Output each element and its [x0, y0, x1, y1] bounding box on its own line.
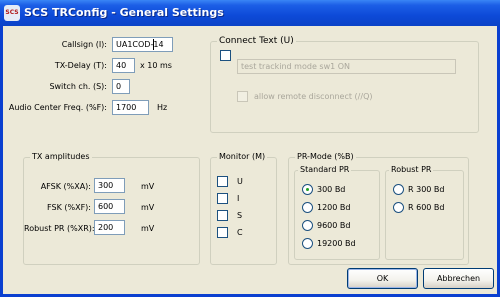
connect-text-title: Connect Text (U): [217, 36, 296, 46]
monitor-i-label: I: [237, 194, 240, 203]
connect-text-input[interactable]: test trackind mode sw1 ON: [237, 59, 456, 74]
switch-ch-input[interactable]: 0: [112, 79, 130, 94]
tx-amplitudes-title: TX amplitudes: [30, 152, 92, 161]
tx-amplitudes-group: TX amplitudes AFSK (%XA): 300 mV FSK (%X…: [23, 152, 200, 265]
fsk-input[interactable]: 600: [94, 199, 125, 214]
connect-text-checkbox[interactable]: [220, 50, 231, 61]
cancel-button[interactable]: Abbrechen: [423, 268, 494, 289]
robust-pr-unit: mV: [141, 224, 155, 233]
monitor-u-label: U: [237, 177, 243, 186]
connect-text-group: Connect Text (U) test trackind mode sw1 …: [210, 36, 479, 133]
monitor-c-label: C: [237, 228, 243, 237]
radio-r-600-bd[interactable]: [393, 202, 404, 213]
standard-pr-title: Standard PR: [298, 165, 352, 174]
afsk-input[interactable]: 300: [94, 178, 125, 193]
monitor-group: Monitor (M) U I S C: [210, 152, 277, 265]
callsign-input[interactable]: UA1COD-14: [112, 37, 173, 52]
audio-center-unit: Hz: [157, 103, 168, 112]
radio-9600-bd-label: 9600 Bd: [317, 221, 351, 230]
dialog-window: SCS SCS TRConfig - General Settings Call…: [0, 0, 500, 297]
radio-r-600-bd-label: R 600 Bd: [408, 203, 445, 212]
text-cursor: [153, 39, 154, 50]
robust-pr-input[interactable]: 200: [94, 220, 125, 235]
monitor-c-checkbox[interactable]: [217, 227, 228, 238]
monitor-i-checkbox[interactable]: [217, 193, 228, 204]
radio-1200-bd[interactable]: [302, 202, 313, 213]
audio-center-label: Audio Center Freq. (%F):: [8, 103, 107, 112]
fsk-unit: mV: [141, 203, 155, 212]
switch-ch-label: Switch ch. (S):: [49, 82, 107, 91]
tx-delay-label: TX-Delay (T):: [54, 61, 107, 70]
radio-19200-bd[interactable]: [302, 238, 313, 249]
ok-button[interactable]: OK: [347, 268, 418, 289]
robust-pr-label: Robust PR (%XR):: [24, 224, 95, 233]
radio-9600-bd[interactable]: [302, 220, 313, 231]
pr-mode-group: PR-Mode (%B) Standard PR 300 Bd 1200 Bd …: [288, 152, 469, 265]
window-title: SCS TRConfig - General Settings: [24, 6, 224, 19]
monitor-s-checkbox[interactable]: [217, 210, 228, 221]
pr-mode-title: PR-Mode (%B): [295, 152, 356, 161]
client-area: Callsign (I): UA1COD-14 TX-Delay (T): 40…: [3, 26, 497, 294]
radio-r-300-bd-label: R 300 Bd: [408, 185, 445, 194]
robust-pr-group-title: Robust PR: [389, 165, 434, 174]
remote-disconnect-label: allow remote disconnect (//Q): [254, 92, 373, 101]
fsk-label: FSK (%XF):: [47, 203, 91, 212]
robust-pr-group: Robust PR R 300 Bd R 600 Bd: [385, 165, 464, 260]
monitor-title: Monitor (M): [217, 152, 268, 161]
radio-r-300-bd[interactable]: [393, 184, 404, 195]
afsk-unit: mV: [141, 182, 155, 191]
radio-300-bd-label: 300 Bd: [317, 185, 346, 194]
callsign-label: Callsign (I):: [61, 40, 107, 49]
tx-delay-input[interactable]: 40: [112, 58, 135, 73]
radio-1200-bd-label: 1200 Bd: [317, 203, 351, 212]
monitor-u-checkbox[interactable]: [217, 176, 228, 187]
standard-pr-group: Standard PR 300 Bd 1200 Bd 9600 Bd 19200…: [294, 165, 380, 260]
audio-center-input[interactable]: 1700: [112, 100, 149, 115]
app-icon: SCS: [4, 5, 20, 21]
tx-delay-unit: x 10 ms: [140, 61, 172, 70]
monitor-s-label: S: [237, 211, 243, 220]
remote-disconnect-checkbox[interactable]: [237, 91, 248, 102]
radio-19200-bd-label: 19200 Bd: [317, 239, 356, 248]
radio-300-bd[interactable]: [302, 184, 313, 195]
afsk-label: AFSK (%XA):: [40, 182, 91, 191]
title-bar[interactable]: SCS SCS TRConfig - General Settings: [0, 0, 500, 26]
